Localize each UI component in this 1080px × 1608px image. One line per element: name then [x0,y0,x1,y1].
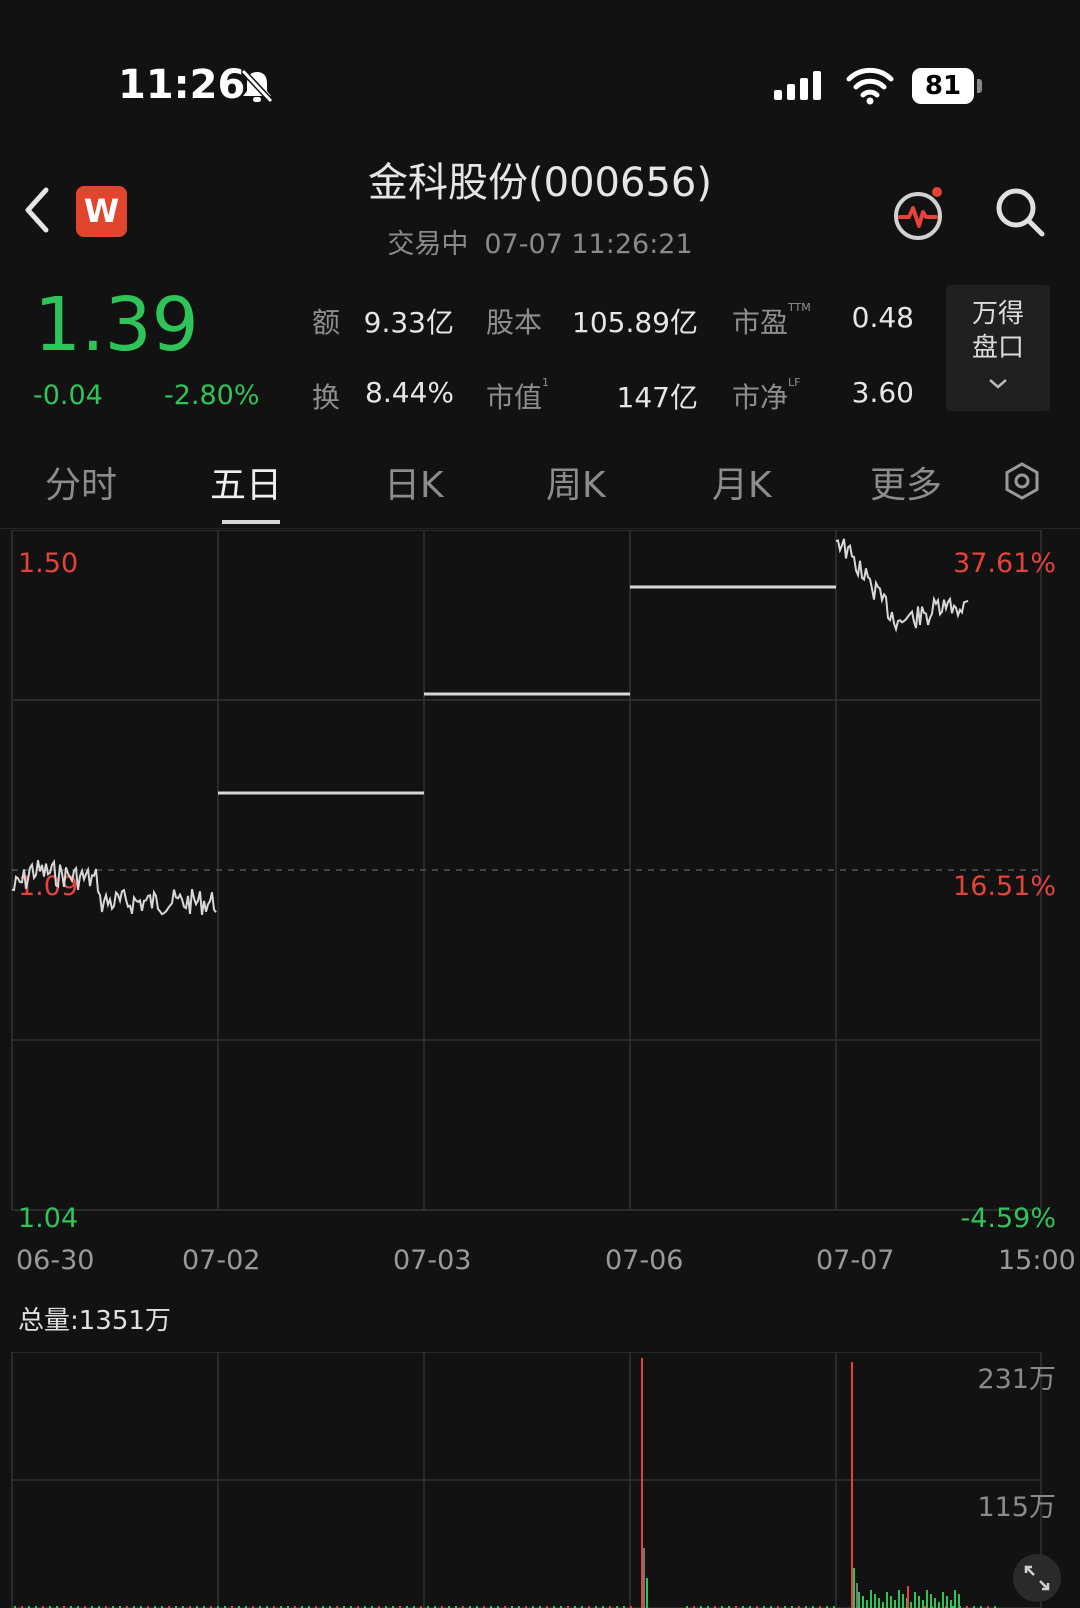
pulse-monitor-icon[interactable] [892,186,948,246]
price-chart[interactable]: 1.50 1.09 1.04 37.61% 16.51% -4.59% [0,530,1080,1250]
volume-bar [950,1600,952,1608]
volume-bars [14,1358,996,1608]
pe-ratio-label-text: 市盈 [732,306,789,339]
volume-bar [894,1600,896,1608]
volume-chart[interactable]: 231万 115万 [0,1352,1080,1608]
tab-five-day[interactable]: 五日 [210,456,282,508]
volume-bar [942,1592,944,1608]
volume-bar [851,1362,853,1608]
volume-bar [910,1602,912,1608]
pct-axis-mid: 16.51% [953,871,1056,902]
pb-ratio-label: 市净LF [732,376,800,416]
pe-ratio-sup: TTM [788,301,811,314]
pct-axis-top: 37.61% [953,548,1056,579]
volume-bar [958,1594,960,1608]
turnover-amount-value: 9.33亿 [363,306,454,339]
quote-datetime: 07-07 11:26:21 [484,229,693,260]
share-capital-value: 105.89亿 [572,306,698,339]
volume-bar [882,1602,884,1608]
trading-status-label: 交易中 [387,229,469,260]
volume-bar [938,1602,940,1608]
order-book-line1: 万得 [971,299,1024,329]
price-grid-border [11,530,1042,1211]
mute-icon [240,68,274,108]
volume-bar [862,1596,864,1608]
cellular-signal-icon [772,70,828,106]
tab-weekly-k[interactable]: 周K [546,456,606,508]
tab-monthly-k[interactable]: 月K [712,456,772,508]
volume-bar [853,1568,855,1608]
volume-bar [643,1548,645,1608]
price-change-percent: -2.80% [164,380,260,411]
order-book-button[interactable]: 万得 盘口 [946,285,1050,411]
pe-ratio-value: 0.48 [851,301,914,334]
market-cap-label-text: 市值 [486,381,543,414]
turnover-rate-value: 8.44% [365,376,454,409]
settings-icon[interactable] [1003,461,1041,505]
volume-bar [946,1596,948,1608]
x-label-0703: 07-03 [393,1245,472,1276]
status-time: 11:26 [118,62,246,108]
volume-bar [914,1592,916,1608]
volume-bar [874,1594,876,1608]
x-label-close: 15:00 [998,1245,1076,1276]
pb-ratio-sup: LF [788,376,801,389]
price-line-series [11,538,969,916]
x-label-0707: 07-07 [816,1245,895,1276]
volume-bar [866,1600,868,1608]
turnover-amount-label: 额 [312,306,341,339]
volume-bar [902,1594,904,1608]
price-change: -0.04 [33,380,103,411]
x-label-0630: 06-30 [16,1245,95,1276]
volume-bar [878,1598,880,1608]
volume-bar [930,1594,932,1608]
wifi-icon [846,66,894,110]
x-label-0706: 07-06 [605,1245,684,1276]
search-icon[interactable] [994,186,1046,242]
battery-icon: 81 [912,68,974,104]
tab-intraday[interactable]: 分时 [45,456,117,508]
chevron-down-icon [989,379,1007,389]
battery-nub [977,79,982,93]
price-axis-bottom: 1.04 [18,1203,78,1234]
volume-bar [641,1358,643,1608]
price-line-0707 [835,538,969,633]
volume-total: 总量:1351万 [18,1306,171,1336]
volume-bar [870,1590,872,1608]
expand-icon[interactable] [1013,1554,1061,1602]
volume-bar [918,1596,920,1608]
turnover-rate-label: 换 [312,381,341,414]
volume-chart-grid [11,1352,1042,1608]
volume-bar [926,1590,928,1608]
market-cap-sup: 1 [542,376,550,389]
x-label-0702: 07-02 [182,1245,261,1276]
volume-bar [934,1598,936,1608]
volume-bar [886,1592,888,1608]
order-book-line2: 盘口 [971,333,1024,363]
volume-bar [646,1578,648,1608]
price-chart-grid [11,530,1042,1211]
last-price: 1.39 [34,282,199,368]
pb-ratio-label-text: 市净 [732,381,789,414]
volume-bar [907,1586,909,1608]
pb-ratio-value: 3.60 [851,376,914,409]
volume-bar [890,1596,892,1608]
tab-more[interactable]: 更多 [870,456,942,508]
volume-axis-mid: 115万 [977,1492,1056,1523]
pe-ratio-label: 市盈TTM [732,301,811,341]
market-cap-label: 市值1 [486,376,549,416]
tab-daily-k[interactable]: 日K [384,456,444,508]
market-cap-value: 147亿 [616,381,698,414]
chart-period-tabs: 分时 五日 日K 周K 月K 更多 [0,438,1080,529]
volume-bar [922,1600,924,1608]
share-capital-label: 股本 [486,306,543,339]
pct-axis-bottom: -4.59% [960,1203,1056,1234]
volume-axis-top: 231万 [977,1364,1056,1395]
price-axis-top: 1.50 [18,548,78,579]
volume-bar [856,1583,858,1608]
volume-bar [858,1592,860,1608]
volume-bar [954,1590,956,1608]
volume-bar [898,1590,900,1608]
active-tab-indicator [222,520,280,524]
